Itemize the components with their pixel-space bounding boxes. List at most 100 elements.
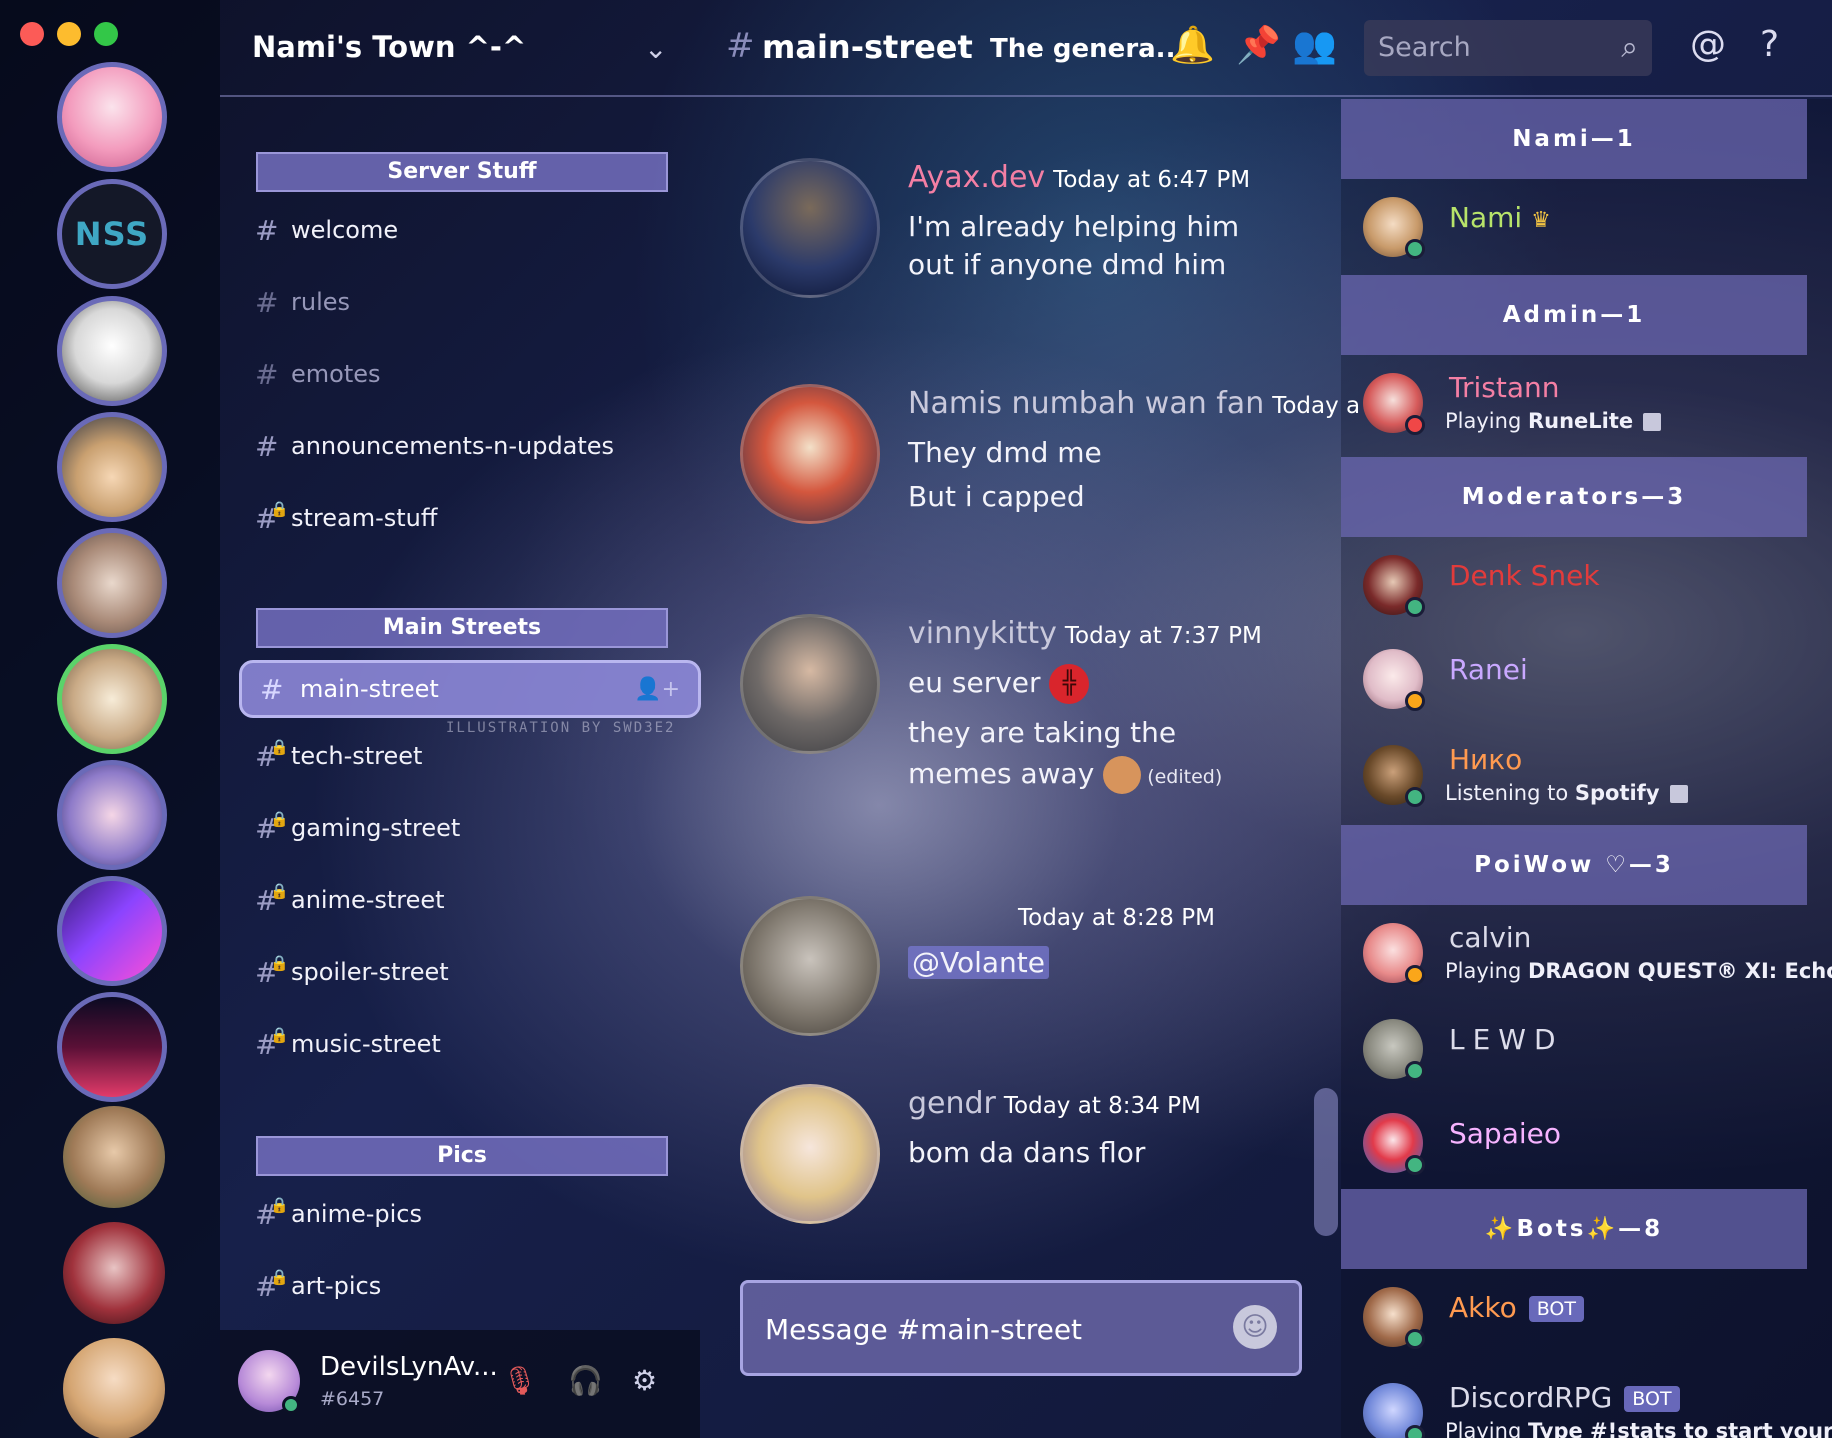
author-avatar[interactable]: [740, 614, 880, 754]
user-mention[interactable]: @Volante: [908, 946, 1049, 979]
server-icon[interactable]: [63, 1106, 165, 1208]
lock-icon: 🔒: [270, 1025, 289, 1044]
message-composer[interactable]: Message #main-street ☺: [740, 1280, 1302, 1376]
channel-topic[interactable]: The genera..: [990, 34, 1175, 64]
lock-icon: 🔒: [270, 499, 289, 518]
timestamp: Today at 6:47 PM: [1053, 167, 1251, 193]
user-name[interactable]: DevilsLynAv...: [320, 1352, 498, 1382]
author-name[interactable]: Namis numbah wan fan: [908, 386, 1264, 421]
help-icon[interactable]: ?: [1760, 24, 1779, 65]
server-icon-active[interactable]: [57, 644, 167, 754]
bot-badge: BOT: [1528, 1296, 1584, 1322]
lock-icon: 🔒: [270, 1195, 289, 1214]
channel-label: art-pics: [291, 1272, 382, 1300]
member-name: Nami: [1449, 201, 1523, 234]
author-avatar[interactable]: [740, 384, 880, 524]
author-name[interactable]: gendr: [908, 1086, 996, 1121]
pin-icon[interactable]: 📌: [1236, 24, 1281, 66]
server-icon[interactable]: [57, 296, 167, 406]
channel-announcements[interactable]: # announcements-n-updates: [255, 426, 614, 466]
member-name: calvin: [1449, 921, 1532, 954]
angry-emoji-icon: ╬: [1049, 664, 1090, 704]
add-member-icon[interactable]: 👤+: [634, 677, 680, 702]
minimize-window-button[interactable]: [57, 22, 81, 46]
status-online-dot: [1405, 239, 1425, 259]
server-icon[interactable]: [57, 412, 167, 522]
server-header[interactable]: Nami's Town ^-^ ⌄: [220, 0, 700, 97]
channel-tech-street[interactable]: # 🔒 tech-street: [255, 736, 422, 776]
server-icon[interactable]: [57, 876, 167, 986]
chevron-down-icon[interactable]: ⌄: [644, 32, 667, 65]
server-icon-nss[interactable]: NSS: [57, 179, 167, 289]
member-name: Ranei: [1449, 653, 1528, 686]
category-main-streets[interactable]: Main Streets: [256, 608, 668, 648]
mention-icon[interactable]: @: [1690, 24, 1726, 65]
chat-scrollbar[interactable]: [1314, 1088, 1338, 1236]
member-name: Нико: [1449, 743, 1523, 776]
status-online-dot: [1405, 1425, 1425, 1438]
author-avatar[interactable]: [740, 158, 880, 298]
status-online-dot: [1405, 1155, 1425, 1175]
channel-title: main-street: [762, 28, 973, 66]
member-list: Nami—1 Nami ♛ Admin—1 Tristann Playing R…: [1341, 99, 1832, 1438]
lock-icon: 🔒: [270, 737, 289, 756]
server-icon[interactable]: [63, 1338, 165, 1438]
server-icon[interactable]: [57, 760, 167, 870]
lock-icon: 🔒: [270, 881, 289, 900]
channel-main-street-active[interactable]: # main-street 👤+: [239, 660, 701, 718]
author-avatar[interactable]: [740, 1084, 880, 1224]
channel-stream-stuff[interactable]: # 🔒 stream-stuff: [255, 498, 437, 538]
category-server-stuff[interactable]: Server Stuff: [256, 152, 668, 192]
custom-emoji-icon: [1103, 756, 1142, 794]
member-activity: Playing RuneLite: [1445, 409, 1662, 433]
member-name: Akko: [1449, 1291, 1517, 1324]
message-text: eu server: [908, 666, 1041, 699]
server-icon[interactable]: [57, 992, 167, 1102]
channel-gaming-street[interactable]: # 🔒 gaming-street: [255, 808, 460, 848]
bell-icon[interactable]: 🔔: [1170, 24, 1215, 66]
channel-anime-pics[interactable]: # 🔒 anime-pics: [255, 1194, 422, 1234]
channel-art-pics[interactable]: # 🔒 art-pics: [255, 1266, 381, 1306]
author-name[interactable]: vinnykitty: [908, 616, 1057, 651]
channel-rules[interactable]: # rules: [255, 282, 350, 322]
channel-emotes[interactable]: # emotes: [255, 354, 381, 394]
window-controls: [20, 22, 118, 46]
locked-hash-icon: # 🔒: [255, 881, 289, 917]
status-idle-dot: [1405, 965, 1425, 985]
status-online-dot: [1405, 787, 1425, 807]
author-name[interactable]: Ayax.dev: [908, 160, 1045, 195]
user-tag: #6457: [320, 1388, 385, 1410]
channel-welcome[interactable]: # welcome: [255, 210, 398, 250]
locked-hash-icon: # 🔒: [255, 809, 289, 845]
channel-label: anime-street: [291, 886, 445, 914]
member-activity: Listening to Spotify: [1445, 781, 1688, 805]
member-activity: Playing DRAGON QUEST® XI: Echo...: [1445, 959, 1832, 983]
bot-badge: BOT: [1624, 1386, 1680, 1412]
role-header-poiwow: PoiWow ♡—3: [1341, 825, 1807, 905]
zoom-window-button[interactable]: [94, 22, 118, 46]
emoji-icon[interactable]: ☺: [1233, 1305, 1277, 1349]
server-icon[interactable]: [63, 1222, 165, 1324]
server-icon[interactable]: [57, 528, 167, 638]
channel-anime-street[interactable]: # 🔒 anime-street: [255, 880, 445, 920]
close-window-button[interactable]: [20, 22, 44, 46]
search-icon[interactable]: ⌕: [1621, 30, 1638, 65]
user-status-dot: [282, 1396, 300, 1414]
hash-icon: #: [260, 672, 284, 706]
gear-icon[interactable]: ⚙: [632, 1364, 657, 1397]
server-icon[interactable]: [57, 62, 167, 172]
lock-icon: 🔒: [270, 953, 289, 972]
hash-icon: #: [255, 285, 279, 319]
channel-label: emotes: [291, 360, 381, 388]
channel-music-street[interactable]: # 🔒 music-street: [255, 1024, 441, 1064]
members-icon[interactable]: 👥: [1292, 24, 1337, 66]
author-avatar[interactable]: [740, 896, 880, 1036]
headphones-icon[interactable]: 🎧: [568, 1364, 603, 1397]
search-input[interactable]: Search ⌕: [1364, 20, 1652, 76]
status-online-dot: [1405, 1061, 1425, 1081]
role-header-bots: ✨Bots✨—8: [1341, 1189, 1807, 1269]
mic-muted-icon[interactable]: 🎙: [502, 1364, 538, 1397]
channel-spoiler-street[interactable]: # 🔒 spoiler-street: [255, 952, 449, 992]
category-pics[interactable]: Pics: [256, 1136, 668, 1176]
member-name: Sapaieo: [1449, 1117, 1561, 1150]
